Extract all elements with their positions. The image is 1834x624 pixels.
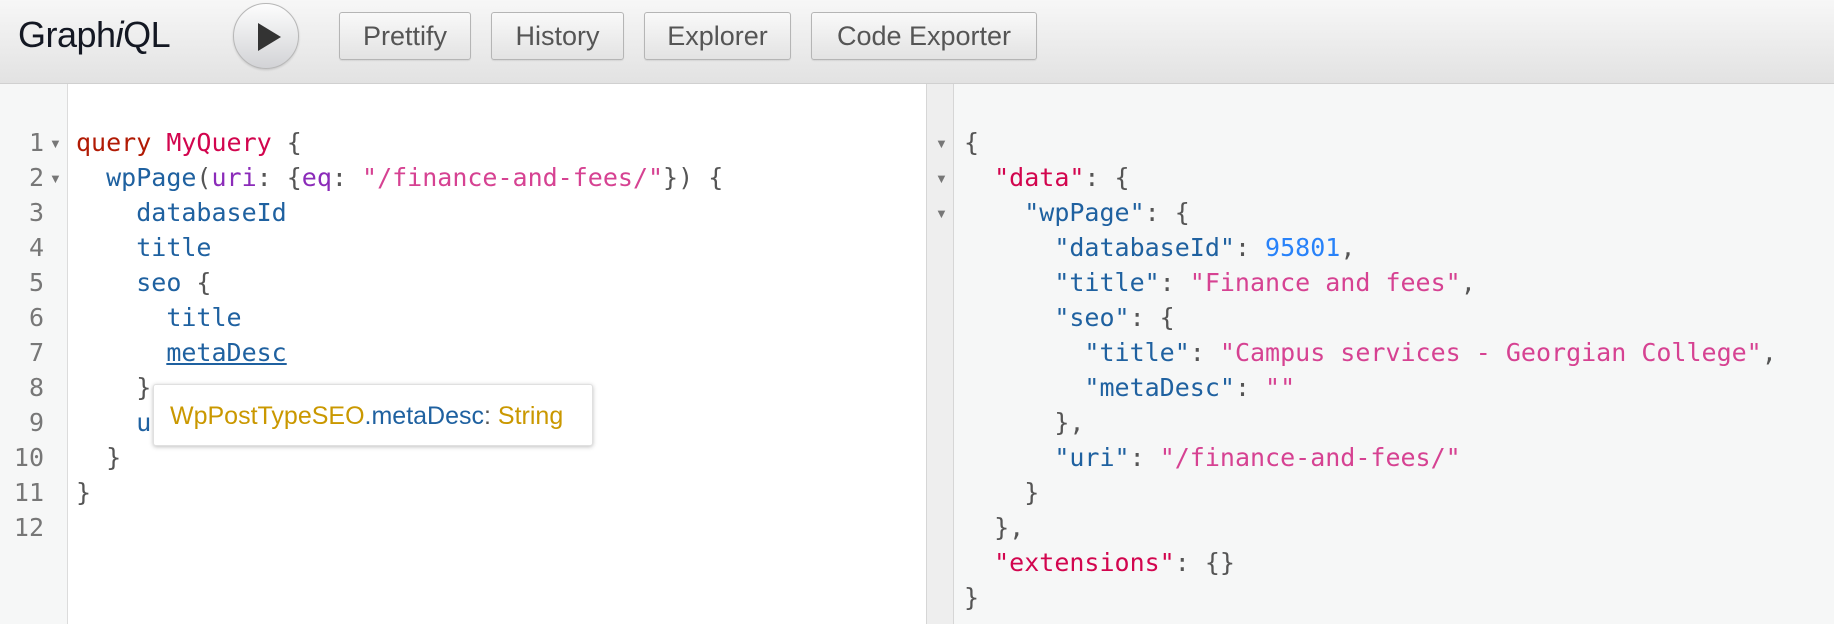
code-line: query MyQuery { xyxy=(76,128,302,157)
code-line: wpPage(uri: {eq: "/finance-and-fees/"}) … xyxy=(106,163,724,192)
result-line: }, xyxy=(994,513,1025,542)
result-line: "seo": { xyxy=(1054,303,1175,332)
code-line: } xyxy=(76,478,92,507)
line-number: 10 xyxy=(13,443,44,472)
result-line: "uri": "/finance-and-fees/" xyxy=(1054,443,1461,472)
tooltip-return-type[interactable]: String xyxy=(498,402,563,430)
result-line: "databaseId": 95801, xyxy=(1054,233,1356,262)
line-number: 7 xyxy=(28,338,44,367)
line-number: 8 xyxy=(28,373,44,402)
code-line: u xyxy=(136,408,152,437)
result-line: "wpPage": { xyxy=(1024,198,1190,227)
result-line: "title": "Finance and fees", xyxy=(1054,268,1476,297)
line-number-gutter: 1 ▼ 2 ▼ 3 4 5 6 7 8 9 10 11 12 xyxy=(0,84,68,624)
line-number: 5 xyxy=(28,268,44,297)
line-number: 11 xyxy=(13,478,44,507)
result-line: "title": "Campus services - Georgian Col… xyxy=(1084,338,1777,367)
query-editor[interactable]: 1 ▼ 2 ▼ 3 4 5 6 7 8 9 10 11 12 query MyQ… xyxy=(0,84,926,624)
result-line: } xyxy=(964,583,980,612)
fold-arrow-icon[interactable]: ▼ xyxy=(935,160,948,195)
history-button[interactable]: History xyxy=(491,12,624,60)
tooltip-field-name: .metaDesc xyxy=(364,402,485,430)
result-viewer: ▼ ▼ ▼ { "data": { "wpPage": { "databaseI… xyxy=(935,84,1834,624)
play-icon xyxy=(258,23,281,51)
result-line: "extensions": {} xyxy=(994,548,1235,577)
fold-arrow-icon[interactable]: ▼ xyxy=(49,125,62,160)
code-line: title xyxy=(166,303,242,332)
code-line: title xyxy=(136,233,212,262)
line-number: 6 xyxy=(28,303,44,332)
hovered-field-metadesc[interactable]: metaDesc xyxy=(166,338,286,367)
line-number: 2 xyxy=(28,163,44,192)
line-number: 9 xyxy=(28,408,44,437)
result-line: } xyxy=(1024,478,1040,507)
explorer-button[interactable]: Explorer xyxy=(644,12,791,60)
result-line: { xyxy=(964,128,980,157)
fold-arrow-icon[interactable]: ▼ xyxy=(935,195,948,230)
code-line: databaseId xyxy=(136,198,287,227)
code-line: seo { xyxy=(136,268,212,297)
code-line: metaDesc xyxy=(76,335,286,370)
fold-arrow-icon[interactable]: ▼ xyxy=(935,125,948,160)
toolbar: GraphiQL Prettify History Explorer Code … xyxy=(0,0,1834,84)
graphiql-logo: GraphiQL xyxy=(18,14,171,55)
line-number: 3 xyxy=(28,198,44,227)
prettify-button[interactable]: Prettify xyxy=(339,12,471,60)
line-number: 1 xyxy=(28,128,44,157)
line-number: 12 xyxy=(13,513,44,542)
fold-arrow-icon[interactable]: ▼ xyxy=(49,160,62,195)
tooltip-type-link[interactable]: WpPostTypeSEO xyxy=(170,402,365,430)
code-line: } xyxy=(106,443,122,472)
line-number: 4 xyxy=(28,233,44,262)
execute-query-button[interactable] xyxy=(233,3,299,69)
result-line: "metaDesc": "" xyxy=(1084,373,1296,402)
type-info-tooltip: WpPostTypeSEO.metaDesc: String xyxy=(153,384,593,446)
code-line: } xyxy=(136,373,152,402)
code-exporter-button[interactable]: Code Exporter xyxy=(811,12,1037,60)
result-line: }, xyxy=(1054,408,1085,437)
result-line: "data": { xyxy=(994,163,1130,192)
